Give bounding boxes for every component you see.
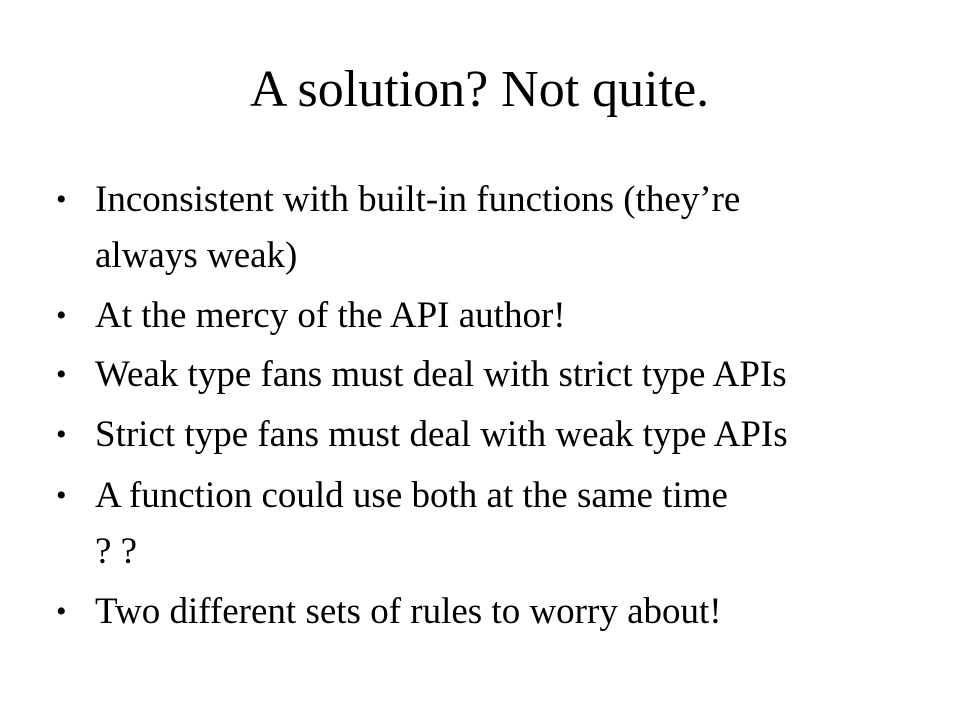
bullet-text: Inconsistent with built-in functions (th… bbox=[95, 179, 741, 220]
bullet-list: • Inconsistent with built-in functions (… bbox=[0, 0, 959, 719]
bullet-text: Two different sets of rules to worry abo… bbox=[95, 591, 722, 632]
bullet-text: Strict type fans must deal with weak typ… bbox=[95, 414, 788, 455]
bullet-text-continuation: always weak) bbox=[95, 235, 298, 276]
bullet-icon: • bbox=[56, 299, 67, 332]
bullet-text-continuation: ? ? bbox=[95, 531, 138, 572]
bullet-icon: • bbox=[56, 358, 67, 391]
bullet-icon: • bbox=[56, 418, 67, 451]
bullet-text: At the mercy of the API author! bbox=[95, 295, 566, 336]
bullet-text: Weak type fans must deal with strict typ… bbox=[95, 354, 787, 395]
bullet-text: A function could use both at the same ti… bbox=[95, 475, 728, 516]
bullet-icon: • bbox=[56, 183, 67, 216]
bullet-icon: • bbox=[56, 479, 67, 512]
slide: A solution? Not quite. • Inconsistent wi… bbox=[0, 0, 959, 719]
bullet-icon: • bbox=[56, 595, 67, 628]
